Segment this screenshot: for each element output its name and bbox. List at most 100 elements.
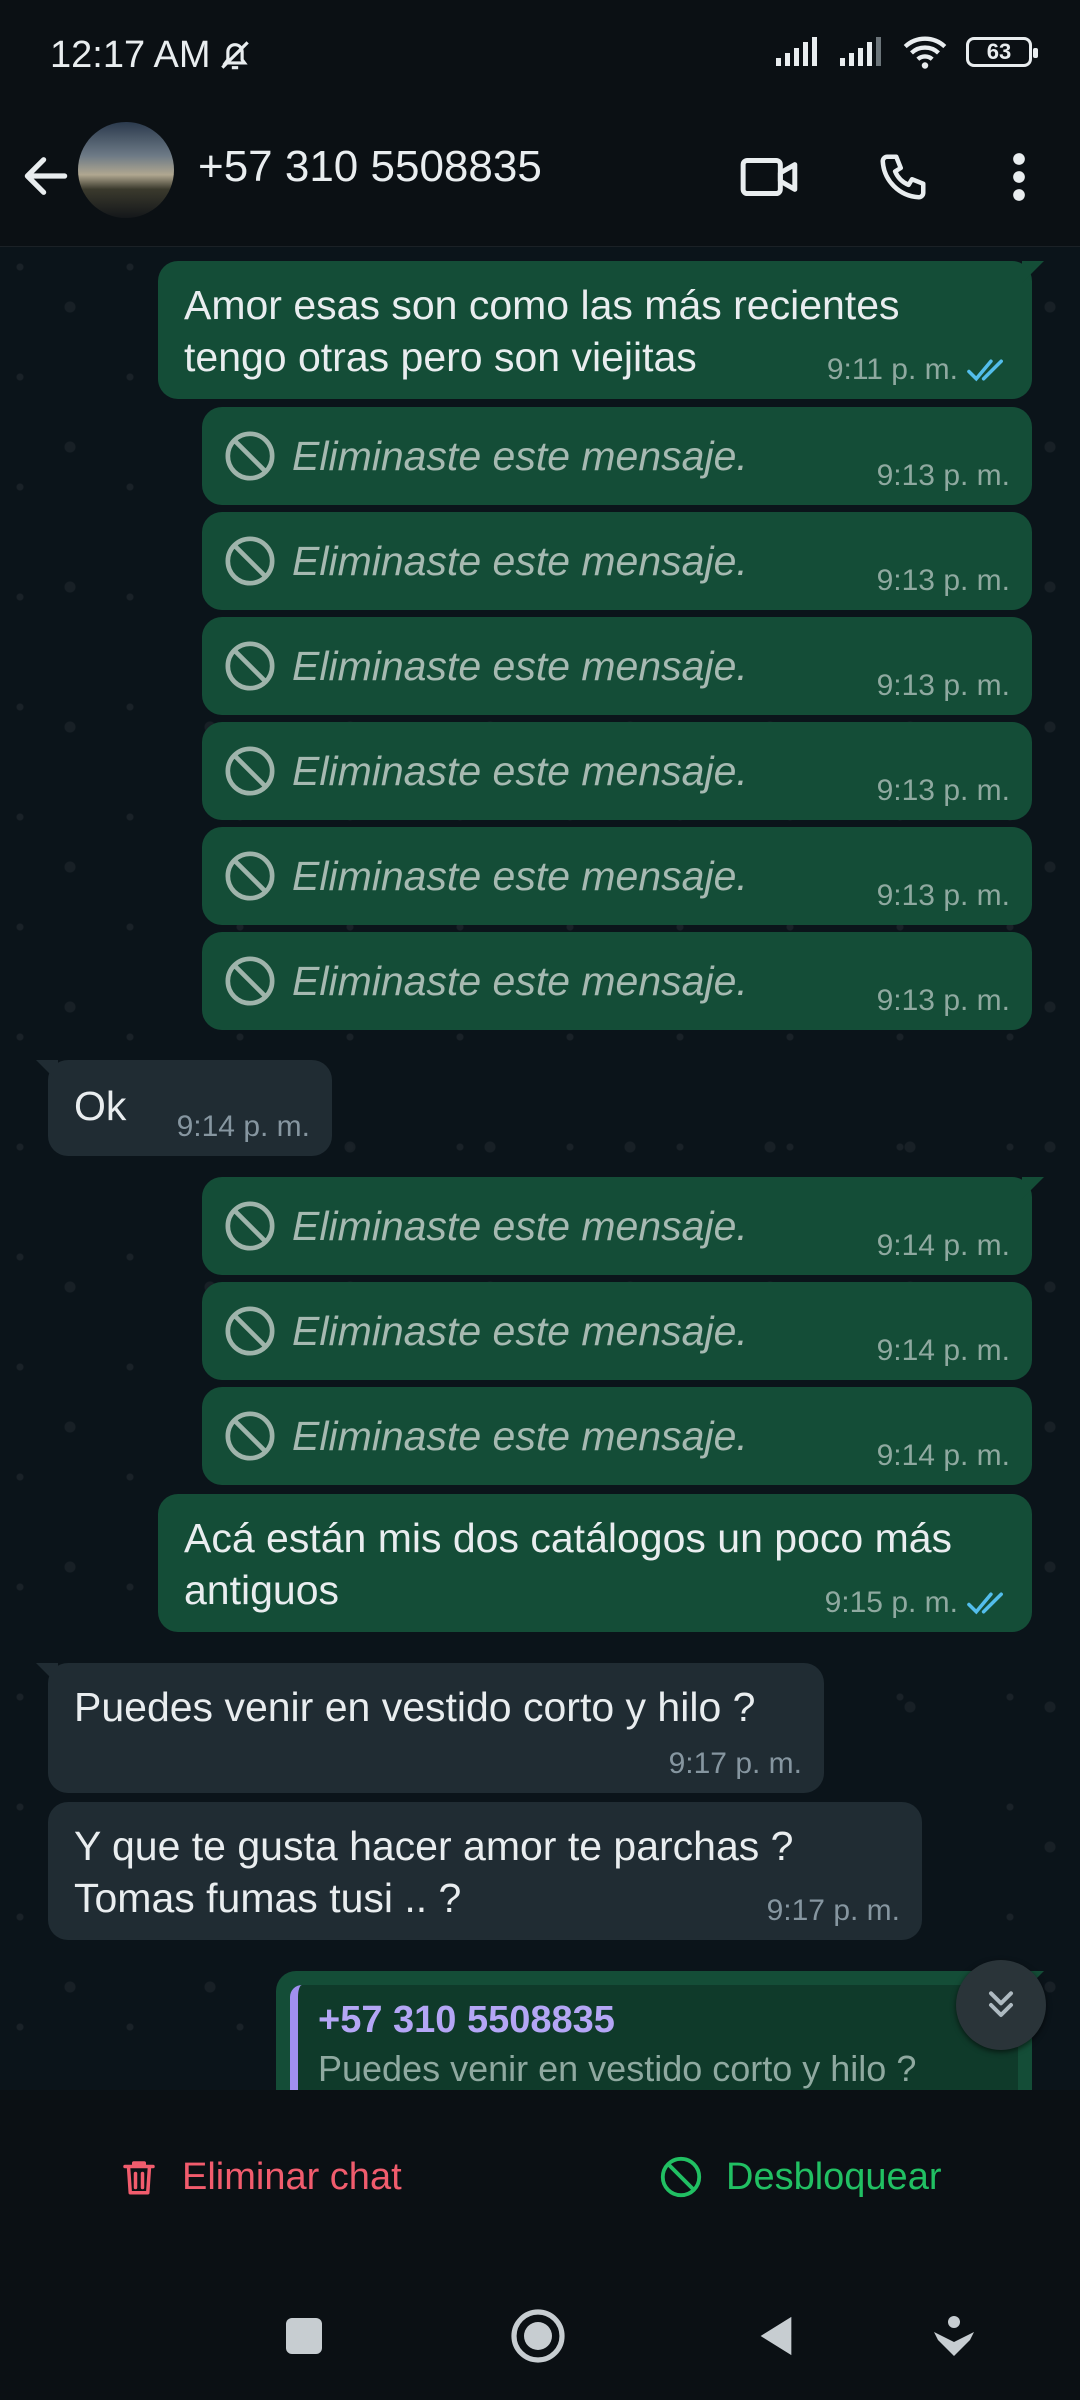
message-deleted[interactable]: Eliminaste este mensaje. 9:13 p. m. (202, 617, 1032, 715)
message-meta: 9:17 p. m. (767, 1894, 900, 1928)
avatar[interactable] (78, 122, 174, 218)
message-time: 9:13 p. m. (876, 459, 1010, 492)
message-outgoing[interactable]: Acá están mis dos catálogos un poco más … (158, 1494, 1032, 1632)
message-time: 9:17 p. m. (668, 1747, 802, 1780)
back-button[interactable] (18, 148, 78, 208)
quoted-message[interactable]: +57 310 5508835 Puedes venir en vestido … (290, 1985, 1018, 2090)
message-deleted[interactable]: Eliminaste este mensaje. 9:13 p. m. (202, 512, 1032, 610)
voice-call-button[interactable] (868, 142, 938, 212)
message-time: 9:14 p. m. (876, 1229, 1010, 1262)
quoted-text: Puedes venir en vestido corto y hilo ? (318, 2048, 917, 2089)
message-meta: 9:17 p. m. (669, 1747, 802, 1781)
message-text: Eliminaste este mensaje. (292, 748, 748, 794)
battery-level: 63 (986, 39, 1012, 64)
home-circle-icon (511, 2309, 565, 2363)
message-meta: 9:14 p. m. (877, 1229, 1010, 1263)
video-camera-icon (740, 157, 798, 197)
message-meta: 9:14 p. m. (877, 1439, 1010, 1473)
phone-icon (880, 154, 926, 200)
ban-icon (225, 956, 275, 1006)
delete-chat-button[interactable]: Eliminar chat (118, 2154, 402, 2200)
message-incoming[interactable]: Puedes venir en vestido corto y hilo ? 9… (36, 1663, 824, 1793)
message-time: 9:13 p. m. (876, 564, 1010, 597)
more-vertical-icon (1013, 153, 1025, 201)
triangle-back-icon (760, 2316, 792, 2356)
contact-name[interactable]: +57 310 5508835 (198, 142, 542, 192)
message-meta: 9:13 p. m. (877, 984, 1010, 1018)
arrow-left-icon (24, 157, 68, 195)
accessibility-button[interactable] (924, 2306, 984, 2366)
message-incoming[interactable]: Ok 9:14 p. m. (36, 1060, 332, 1156)
quoted-author: +57 310 5508835 (318, 1999, 615, 2041)
video-call-button[interactable] (735, 142, 805, 212)
double-chevron-down-icon (989, 1991, 1013, 2017)
ban-icon (225, 431, 275, 481)
message-deleted[interactable]: Eliminaste este mensaje. 9:14 p. m. (202, 1282, 1032, 1380)
ban-icon (225, 1201, 275, 1251)
message-outgoing[interactable]: Amor esas son como las más recientes ten… (158, 261, 1044, 399)
message-deleted[interactable]: Eliminaste este mensaje. 9:14 p. m. (202, 1177, 1044, 1275)
ban-icon (225, 536, 275, 586)
trash-icon (123, 2161, 155, 2195)
delete-chat-label: Eliminar chat (182, 2155, 402, 2198)
bell-off-icon (221, 41, 249, 70)
ban-icon (225, 851, 275, 901)
read-ticks-icon (967, 359, 1003, 382)
recents-button[interactable] (274, 2306, 334, 2366)
message-text: Eliminaste este mensaje. (292, 853, 748, 899)
message-deleted[interactable]: Eliminaste este mensaje. 9:13 p. m. (202, 407, 1032, 505)
message-meta: 9:13 p. m. (877, 564, 1010, 598)
blocked-contact-bar: Eliminar chat Desbloquear (0, 2090, 1080, 2270)
message-meta: 9:14 p. m. (877, 1334, 1010, 1368)
ban-icon (225, 641, 275, 691)
message-time: 9:14 p. m. (876, 1439, 1010, 1472)
bubble-tail (36, 1663, 58, 1685)
message-text: Eliminaste este mensaje. (292, 958, 748, 1004)
message-text: Eliminaste este mensaje. (292, 1413, 748, 1459)
back-nav-button[interactable] (746, 2306, 806, 2366)
message-time: 9:13 p. m. (876, 879, 1010, 912)
bubble-tail (1022, 1177, 1044, 1199)
message-deleted[interactable]: Eliminaste este mensaje. 9:13 p. m. (202, 827, 1032, 925)
system-navigation-bar (0, 2270, 1080, 2400)
home-button[interactable] (508, 2306, 568, 2366)
accessibility-icon (934, 2316, 974, 2356)
chat-area[interactable]: Amor esas son como las más recientes ten… (0, 247, 1080, 2090)
bubble-tail (36, 1060, 58, 1082)
message-meta: 9:13 p. m. (877, 459, 1010, 493)
signal-icon (776, 37, 817, 66)
message-text: Eliminaste este mensaje. (292, 433, 748, 479)
battery-indicator: 63 (966, 37, 1038, 67)
message-text: Eliminaste este mensaje. (292, 538, 748, 584)
message-outgoing-reply[interactable]: +57 310 5508835 Puedes venir en vestido … (276, 1971, 1044, 2090)
message-meta: 9:13 p. m. (877, 879, 1010, 913)
message-incoming[interactable]: Y que te gusta hacer amor te parchas ? T… (48, 1802, 922, 1940)
scroll-to-bottom-button[interactable] (956, 1960, 1046, 2050)
message-meta: 9:15 p. m. (825, 1586, 1010, 1620)
message-time: 9:13 p. m. (876, 984, 1010, 1017)
ban-icon (660, 2156, 702, 2198)
message-meta: 9:13 p. m. (877, 669, 1010, 703)
square-icon (286, 2318, 322, 2354)
ban-icon (225, 1306, 275, 1356)
message-deleted[interactable]: Eliminaste este mensaje. 9:14 p. m. (202, 1387, 1032, 1485)
message-deleted[interactable]: Eliminaste este mensaje. 9:13 p. m. (202, 932, 1032, 1030)
unblock-label: Desbloquear (726, 2155, 942, 2198)
status-time: 12:17 AM (50, 34, 211, 76)
message-time: 9:17 p. m. (766, 1894, 900, 1927)
status-bar: 12:17 AM 63 (0, 0, 1080, 112)
unblock-button[interactable]: Desbloquear (658, 2154, 941, 2200)
message-time: 9:13 p. m. (876, 669, 1010, 702)
message-time: 9:11 p. m. (826, 353, 958, 386)
signal-icon-2 (840, 37, 881, 66)
message-text: Eliminaste este mensaje. (292, 643, 748, 689)
message-text: Y que te gusta hacer amor te parchas ? T… (74, 1823, 794, 1921)
message-text: Eliminaste este mensaje. (292, 1203, 748, 1249)
message-meta: 9:14 p. m. (177, 1110, 310, 1144)
message-deleted[interactable]: Eliminaste este mensaje. 9:13 p. m. (202, 722, 1032, 820)
message-text: Eliminaste este mensaje. (292, 1308, 748, 1354)
message-text: Puedes venir en vestido corto y hilo ? (74, 1684, 756, 1730)
wifi-icon (903, 36, 947, 69)
ban-icon (225, 1411, 275, 1461)
more-options-button[interactable] (984, 142, 1054, 212)
